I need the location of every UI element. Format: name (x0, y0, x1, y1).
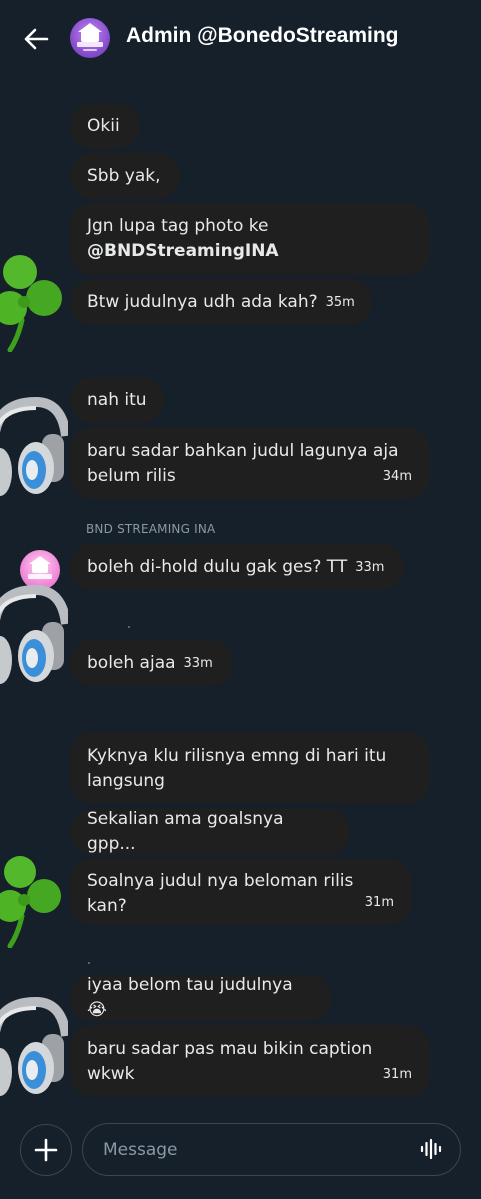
message-bubble[interactable]: Sekalian ama goalsnya gpp... (70, 809, 350, 855)
message-text: boleh ajaa (87, 652, 176, 673)
separator-dot (128, 626, 130, 628)
message-text: iyaa belom tau judulnya 😭 (87, 975, 293, 1020)
message-bubble[interactable]: baru sadar bahkan judul lagunya aja belu… (70, 427, 430, 499)
back-button[interactable] (18, 22, 54, 56)
message-bubble[interactable]: baru sadar pas mau bikin caption wkwk 31… (70, 1025, 430, 1097)
message-text: Sekalian ama goalsnya gpp... (87, 809, 284, 854)
message-text: nah itu (87, 389, 147, 410)
message-bubble[interactable]: boleh di-hold dulu gak ges? TT 33m (70, 544, 404, 590)
message-bubble[interactable]: Kyknya klu rilisnya emng di hari itu lan… (70, 732, 430, 804)
message-text: belum rilis (87, 466, 176, 486)
message-timestamp: 33m (183, 655, 213, 671)
message-bubble[interactable]: Jgn lupa tag photo ke @BNDStreamingINA (70, 203, 430, 275)
message-timestamp: 34m (382, 469, 412, 484)
conversation-title[interactable]: Admin @BonedoStreaming (126, 24, 399, 48)
message-timestamp: 35m (325, 294, 355, 310)
message-bubble[interactable]: boleh ajaa 33m (70, 640, 233, 686)
message-text: Jgn lupa tag photo ke (87, 216, 269, 236)
message-text: langsung (87, 771, 165, 791)
message-text: baru sadar pas mau bikin caption (87, 1039, 373, 1059)
message-bubble[interactable]: nah itu (70, 377, 164, 423)
message-bubble[interactable]: Okii (70, 103, 140, 149)
header-avatar[interactable] (70, 18, 110, 58)
message-text: Btw judulnya udh ada kah? (87, 291, 318, 312)
message-text: Kyknya klu rilisnya emng di hari itu (87, 746, 387, 766)
message-timestamp: 31m (364, 895, 394, 910)
mention-link[interactable]: @BNDStreamingINA (87, 239, 279, 264)
message-bubble[interactable]: iyaa belom tau judulnya 😭 (70, 975, 332, 1021)
message-input[interactable] (82, 1123, 461, 1176)
message-text: boleh di-hold dulu gak ges? TT (87, 556, 348, 577)
shamrock-icon (0, 856, 61, 948)
message-timestamp: 31m (382, 1067, 412, 1082)
message-bubble[interactable]: Sbb yak, (70, 153, 180, 199)
voice-message-button[interactable] (419, 1137, 443, 1161)
message-bubble[interactable]: Btw judulnya udh ada kah? 35m (70, 279, 372, 325)
plus-icon (34, 1138, 58, 1162)
shamrock-icon (0, 255, 62, 352)
message-text: wkwk (87, 1064, 135, 1084)
message-timestamp: 33m (355, 559, 385, 575)
sender-name: BND STREAMING INA (86, 522, 216, 536)
add-attachment-button[interactable] (20, 1124, 72, 1176)
headphones-icon (0, 584, 68, 684)
voice-waveform-icon (420, 1138, 442, 1160)
bonedo-streaming-logo (77, 23, 103, 51)
arrow-left-icon (24, 28, 49, 50)
headphones-icon (0, 996, 68, 1096)
headphones-icon (0, 396, 68, 496)
message-text: baru sadar bahkan judul lagunya aja (87, 441, 399, 461)
message-bubble[interactable]: Soalnya judul nya beloman rilis kan? 31m (70, 859, 412, 925)
separator-dot (88, 962, 90, 964)
message-text: Okii (87, 115, 120, 136)
message-text: Soalnya judul nya beloman rilis kan? (87, 871, 354, 916)
chat-header: Admin @BonedoStreaming (0, 0, 481, 78)
message-text: Sbb yak, (87, 165, 161, 186)
